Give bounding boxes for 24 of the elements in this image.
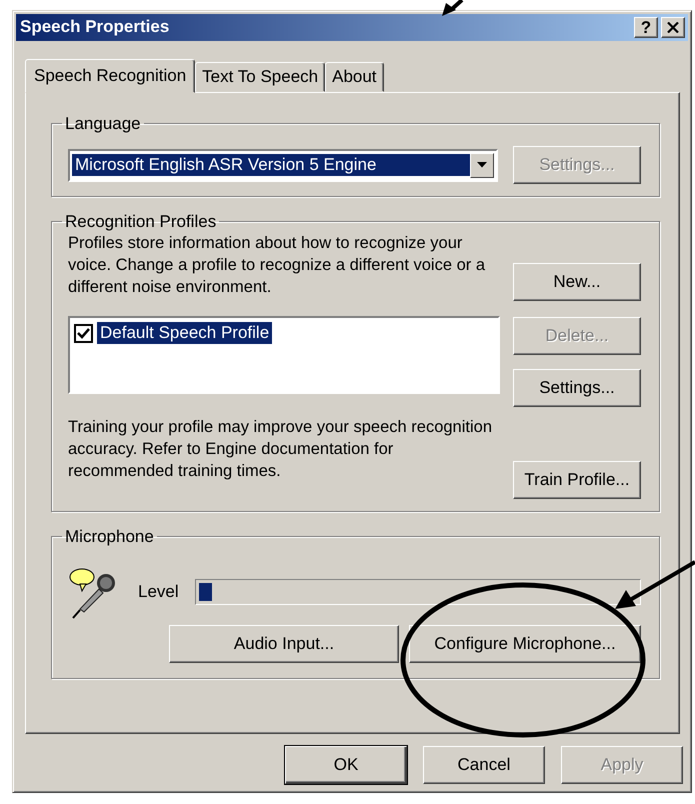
new-button[interactable]: New...: [513, 263, 641, 301]
group-label: Language: [64, 115, 142, 132]
tab[interactable]: Speech Recognition: [25, 59, 196, 93]
training-text: Training your profile may improve your speech recognition accuracy. Refer to Engine documentation for recommended training times.: [68, 417, 494, 482]
window-title: Speech Properties: [20, 16, 170, 38]
group-label: Recognition Profiles: [64, 213, 218, 230]
train-profile-button[interactable]: Train Profile...: [513, 461, 641, 499]
cancel-button[interactable]: Cancel: [423, 746, 545, 784]
configure-microphone-button[interactable]: Configure Microphone...: [409, 625, 641, 663]
ok-button[interactable]: OK: [285, 746, 407, 784]
tab[interactable]: About: [325, 62, 384, 92]
close-icon: [667, 22, 679, 33]
close-button[interactable]: [661, 17, 685, 38]
engine-dropdown[interactable]: Microsoft English ASR Version 5 Engine: [68, 148, 498, 182]
settings-button[interactable]: Settings...: [513, 369, 641, 407]
tab[interactable]: Text To Speech: [195, 62, 326, 92]
checkbox[interactable]: [74, 324, 93, 343]
description-text: Profiles store information about how to recognize your voice. Change a profile to recognize a different voice or a different noise environment.: [68, 233, 486, 298]
group-label: Microphone: [64, 528, 155, 545]
level-label: Level: [138, 580, 179, 603]
profile-item[interactable]: Default Speech Profile: [97, 322, 272, 344]
audio-input-button[interactable]: Audio Input...: [169, 625, 399, 663]
help-button[interactable]: ?: [634, 17, 658, 38]
annotation-arrow: [442, 0, 464, 16]
